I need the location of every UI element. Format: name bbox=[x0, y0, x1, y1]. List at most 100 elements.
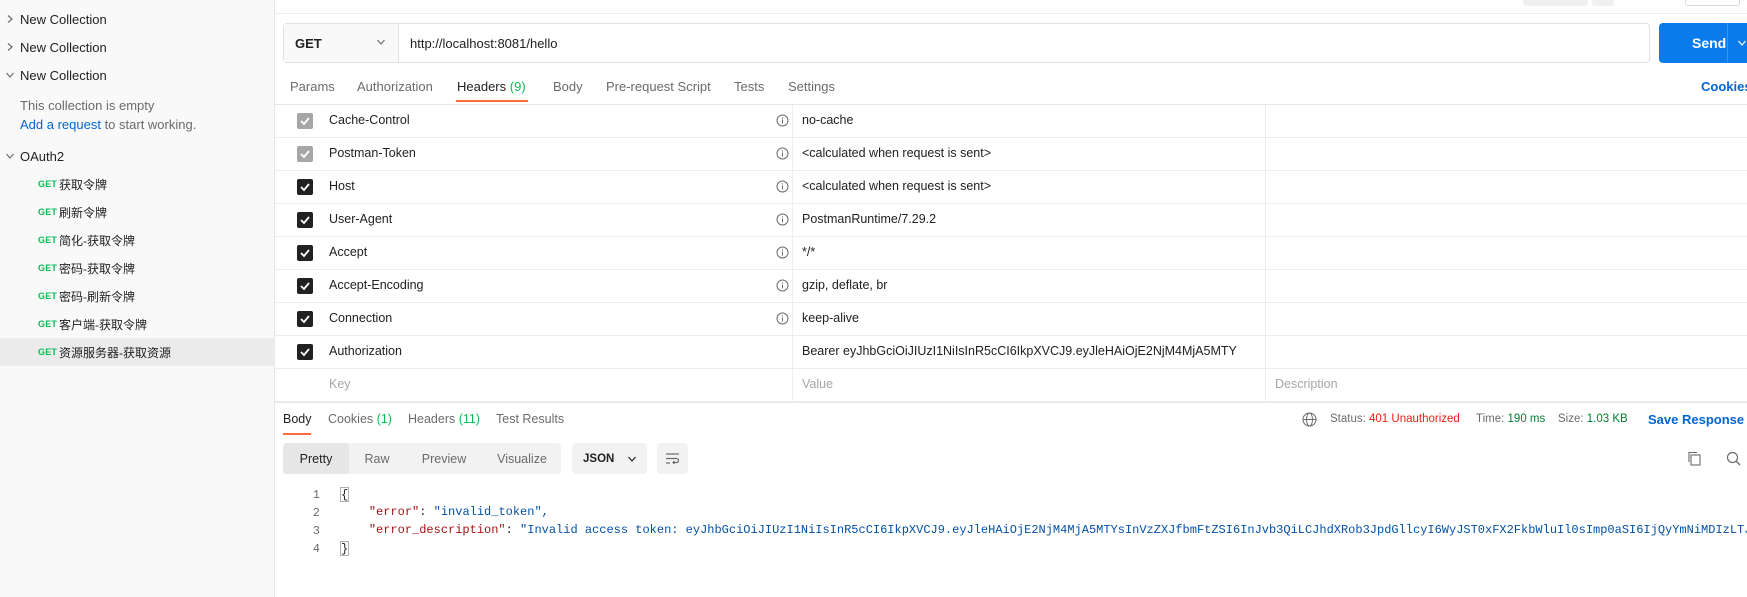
request-method: GET bbox=[38, 291, 58, 301]
description-input[interactable]: Description bbox=[1275, 377, 1338, 391]
tab-body[interactable]: Body bbox=[553, 79, 583, 94]
tab-authorization[interactable]: Authorization bbox=[357, 79, 433, 94]
info-icon[interactable] bbox=[776, 246, 789, 259]
header-checkbox[interactable] bbox=[297, 311, 313, 327]
request-name: 密码-刷新令牌 bbox=[59, 289, 135, 304]
code-line: } bbox=[340, 541, 350, 556]
response-tab-test-results[interactable]: Test Results bbox=[496, 412, 564, 426]
search-icon[interactable] bbox=[1726, 451, 1741, 466]
header-checkbox[interactable] bbox=[297, 245, 313, 261]
info-icon[interactable] bbox=[776, 147, 789, 160]
header-value[interactable]: no-cache bbox=[802, 113, 853, 127]
header-value[interactable]: */* bbox=[802, 245, 815, 259]
header-key[interactable]: Cache-Control bbox=[329, 113, 410, 127]
tab-params[interactable]: Params bbox=[290, 79, 335, 94]
header-checkbox[interactable] bbox=[297, 344, 313, 360]
response-tab-cookies[interactable]: Cookies (1) bbox=[328, 412, 392, 426]
header-value[interactable]: gzip, deflate, br bbox=[802, 278, 887, 292]
chevron-down-icon[interactable] bbox=[1737, 38, 1747, 48]
json-key: "error_description" bbox=[368, 523, 506, 537]
chevron-right-icon[interactable] bbox=[0, 14, 20, 24]
collection-item[interactable]: New Collection bbox=[0, 61, 275, 89]
header-key[interactable]: Connection bbox=[329, 311, 392, 325]
tab-count: (1) bbox=[376, 412, 392, 426]
info-icon[interactable] bbox=[776, 114, 789, 127]
add-request-link[interactable]: Add a request bbox=[20, 117, 101, 132]
request-item-selected[interactable]: GET 资源服务器-获取资源 bbox=[0, 338, 275, 366]
request-item[interactable]: GET 客户端-获取令牌 bbox=[0, 310, 275, 338]
method-select[interactable]: GET bbox=[284, 24, 399, 62]
info-icon[interactable] bbox=[776, 180, 789, 193]
info-icon[interactable] bbox=[776, 279, 789, 292]
header-new-row: Key Value Description bbox=[275, 369, 1747, 402]
wrap-lines-icon bbox=[666, 453, 680, 465]
url-bar: GET http://localhost:8081/hello bbox=[283, 23, 1650, 63]
copy-icon[interactable] bbox=[1687, 451, 1702, 466]
value-input[interactable]: Value bbox=[802, 377, 833, 391]
header-checkbox[interactable] bbox=[297, 212, 313, 228]
header-key[interactable]: Host bbox=[329, 179, 355, 193]
header-key[interactable]: Accept-Encoding bbox=[329, 278, 424, 292]
tab-label: Cookies bbox=[328, 412, 374, 426]
cookies-link[interactable]: Cookies bbox=[1701, 79, 1747, 94]
request-item[interactable]: GET 获取令牌 bbox=[0, 170, 275, 198]
method-label: GET bbox=[295, 35, 322, 51]
brace-open: { bbox=[340, 487, 350, 502]
tab-settings[interactable]: Settings bbox=[788, 79, 835, 94]
toolbar-button[interactable] bbox=[1685, 0, 1740, 6]
line-number: 1 bbox=[312, 488, 320, 502]
header-key[interactable]: Accept bbox=[329, 245, 367, 259]
header-key[interactable]: Authorization bbox=[329, 344, 402, 358]
request-method: GET bbox=[38, 319, 58, 329]
save-response-button[interactable]: Save Response bbox=[1648, 412, 1744, 427]
request-item[interactable]: GET 密码-刷新令牌 bbox=[0, 282, 275, 310]
tab-headers[interactable]: Headers (9) bbox=[457, 79, 526, 94]
send-button[interactable]: Send bbox=[1659, 23, 1747, 63]
header-value[interactable]: keep-alive bbox=[802, 311, 859, 325]
info-icon[interactable] bbox=[776, 213, 789, 226]
globe-icon[interactable] bbox=[1302, 412, 1317, 427]
key-input[interactable]: Key bbox=[329, 377, 351, 391]
toolbar-button[interactable] bbox=[1523, 0, 1588, 6]
header-value[interactable]: <calculated when request is sent> bbox=[802, 179, 991, 193]
view-mode-preview[interactable]: Preview bbox=[405, 443, 483, 474]
code-line: "error_description": "Invalid access tok… bbox=[340, 523, 1747, 537]
toolbar-button[interactable] bbox=[1592, 0, 1614, 6]
empty-collection-text: This collection is empty bbox=[20, 98, 155, 113]
header-value[interactable]: Bearer eyJhbGciOiJIUzI1NiIsInR5cCI6IkpXV… bbox=[802, 344, 1237, 358]
info-icon[interactable] bbox=[776, 312, 789, 325]
header-key[interactable]: Postman-Token bbox=[329, 146, 416, 160]
header-row: Accept */* bbox=[275, 237, 1747, 270]
collection-item[interactable]: New Collection bbox=[0, 33, 275, 61]
response-tab-headers[interactable]: Headers (11) bbox=[408, 412, 480, 426]
tab-pre-request-script[interactable]: Pre-request Script bbox=[606, 79, 711, 94]
request-item[interactable]: GET 简化-获取令牌 bbox=[0, 226, 275, 254]
view-mode-pretty[interactable]: Pretty bbox=[283, 443, 349, 474]
response-tab-body[interactable]: Body bbox=[283, 412, 312, 426]
collection-item[interactable]: New Collection bbox=[0, 5, 275, 33]
request-name: 资源服务器-获取资源 bbox=[59, 345, 171, 360]
header-checkbox[interactable] bbox=[297, 146, 313, 162]
chevron-down-icon[interactable] bbox=[0, 151, 20, 161]
url-input[interactable]: http://localhost:8081/hello bbox=[399, 24, 1649, 62]
chevron-down-icon[interactable] bbox=[0, 70, 20, 80]
request-name: 客户端-获取令牌 bbox=[59, 317, 147, 332]
header-checkbox[interactable] bbox=[297, 113, 313, 129]
header-value[interactable]: PostmanRuntime/7.29.2 bbox=[802, 212, 936, 226]
header-value[interactable]: <calculated when request is sent> bbox=[802, 146, 991, 160]
code-line: { bbox=[340, 487, 350, 502]
view-mode-visualize[interactable]: Visualize bbox=[483, 443, 561, 474]
empty-collection-hint: Add a request to start working. bbox=[20, 117, 196, 132]
chevron-right-icon[interactable] bbox=[0, 42, 20, 52]
header-key[interactable]: User-Agent bbox=[329, 212, 392, 226]
format-label: JSON bbox=[583, 452, 615, 465]
header-checkbox[interactable] bbox=[297, 179, 313, 195]
header-checkbox[interactable] bbox=[297, 278, 313, 294]
collection-item-oauth2[interactable]: OAuth2 bbox=[0, 142, 275, 170]
tab-tests[interactable]: Tests bbox=[734, 79, 764, 94]
view-mode-raw[interactable]: Raw bbox=[349, 443, 405, 474]
wrap-lines-button[interactable] bbox=[657, 443, 688, 474]
format-select[interactable]: JSON bbox=[572, 443, 647, 474]
request-item[interactable]: GET 刷新令牌 bbox=[0, 198, 275, 226]
request-item[interactable]: GET 密码-获取令牌 bbox=[0, 254, 275, 282]
